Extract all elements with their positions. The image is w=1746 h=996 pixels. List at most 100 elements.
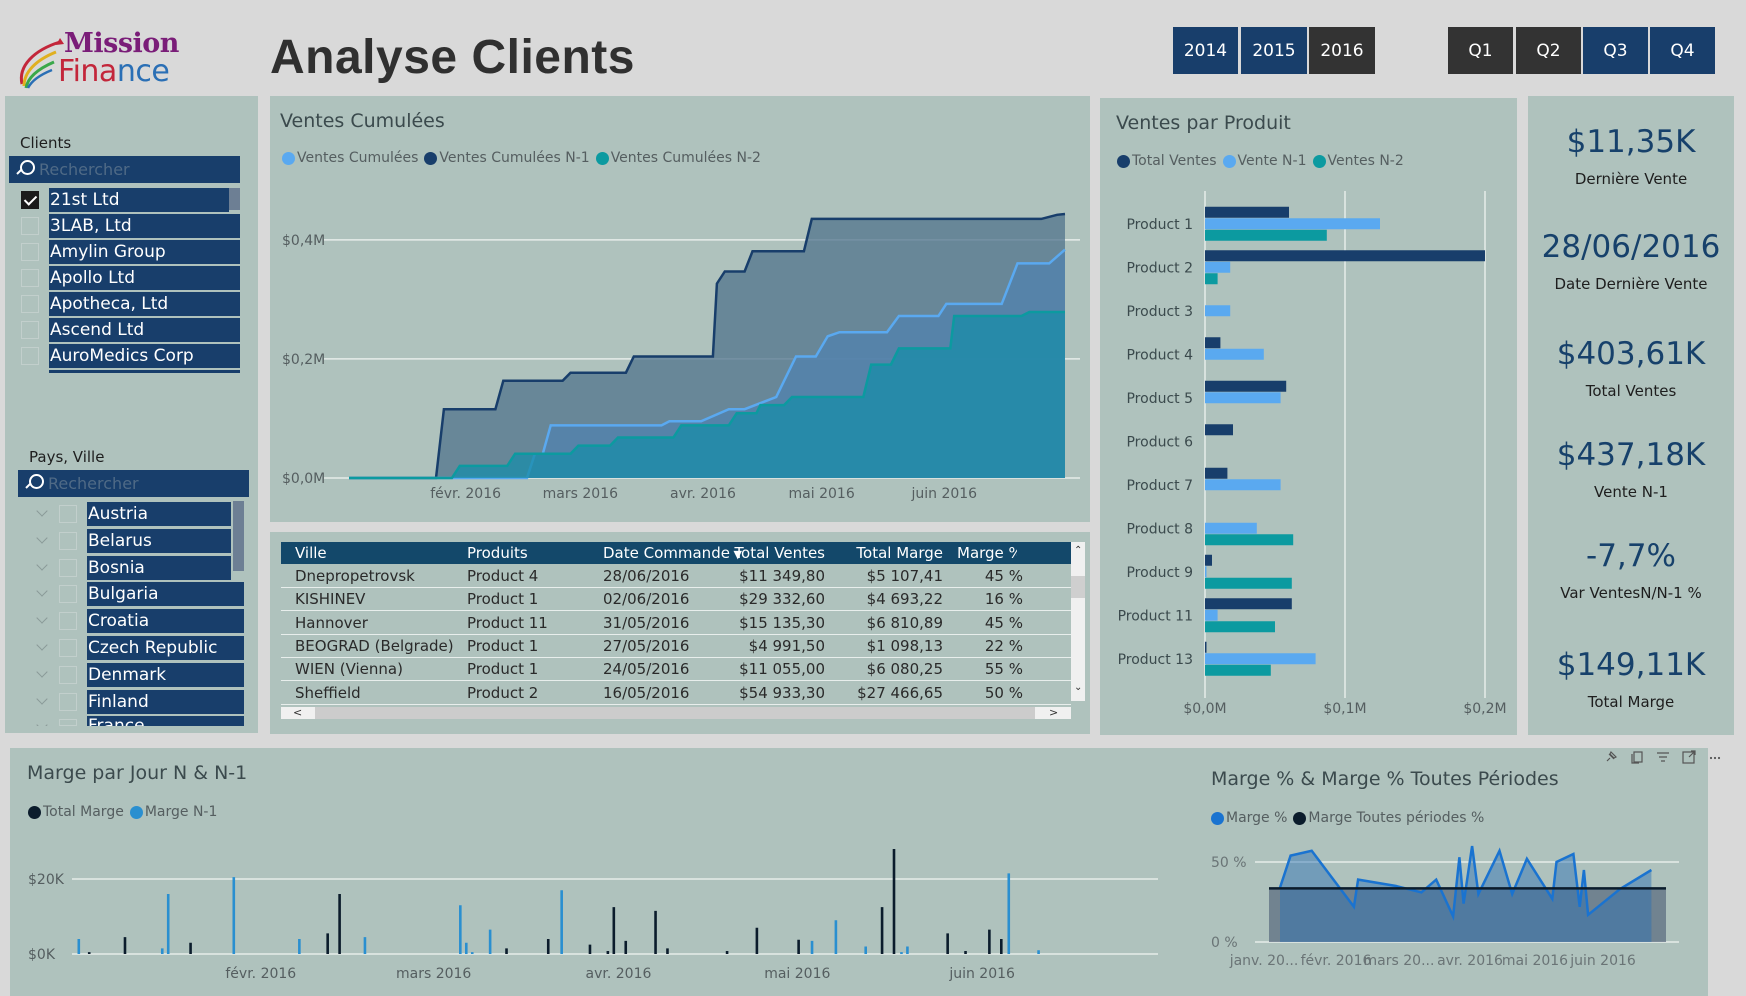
quarter-button-q4[interactable]: Q4 [1650,27,1715,74]
pays-checkbox[interactable] [59,558,77,577]
pays-item[interactable]: Austria [87,502,231,526]
table-row[interactable]: Dnepropetrovsk Product 4 28/06/2016 $11 349… [281,565,1071,588]
table-vscroll-thumb[interactable] [1071,576,1085,598]
expand-chevron-icon[interactable] [36,692,48,705]
kpi-label: Var VentesN/N-1 % [1560,584,1702,602]
expand-chevron-icon[interactable] [36,612,48,624]
y-tick-label: $0,4M [282,233,325,249]
scroll-up-icon[interactable]: ⌃ [1074,545,1082,556]
pays-item[interactable]: Denmark [87,662,244,687]
column-header[interactable]: Ville [295,542,465,564]
column-header[interactable]: Produits [467,542,597,564]
column-header[interactable]: Marge % [957,542,1017,564]
table-row[interactable]: WIEN (Vienna) Product 1 24/05/2016 $11 055,… [281,658,1071,682]
expand-chevron-icon[interactable] [36,558,48,571]
year-button-2015[interactable]: 2015 [1241,27,1307,74]
category-label: Product 3 [1126,304,1193,320]
pays-scrollbar[interactable] [233,501,244,571]
bar-ventes-n-2 [1205,577,1292,589]
bar-ventes-n-2 [1205,534,1294,546]
pays-checkbox[interactable] [59,531,77,550]
pays-item[interactable]: France [87,716,244,726]
pays-item[interactable]: Bosnia [87,555,231,580]
table-vertical-scrollbar[interactable]: ⌃ ⌄ [1071,542,1085,701]
quarter-button-q2[interactable]: Q2 [1516,27,1581,74]
category-label: Product 9 [1126,565,1193,581]
x-tick-label: $0,1M [1323,701,1366,717]
scroll-left-icon[interactable]: < [281,707,315,719]
x-tick-label: $0,2M [1463,701,1506,717]
marge-pct-chart[interactable]: 0 % 50 % janv. 20... févr. 2016mars 20... av… [1200,748,1708,996]
bar-total-marge [946,933,949,954]
year-button-2016[interactable]: 2016 [1309,27,1375,74]
pays-checkbox[interactable] [59,505,77,523]
pays-checkbox[interactable] [59,612,77,631]
y-tick-label: $0,0M [282,471,325,487]
category-label: Product 11 [1118,609,1193,625]
pays-item[interactable]: Bulgaria [87,582,244,607]
pays-checkbox[interactable] [59,585,77,604]
bar-total-marge [338,894,341,954]
column-header[interactable]: Total Ventes [721,542,825,564]
pays-item[interactable]: Croatia [87,609,244,634]
table-row[interactable]: BEOGRAD (Belgrade) Product 1 27/05/2016 $4 … [281,635,1071,658]
x-tick-label: janv. 20... [1229,953,1299,969]
more-options-icon[interactable] [1708,750,1722,764]
expand-chevron-icon[interactable] [36,719,48,726]
bar-total-marge [326,933,329,954]
bar-total-ventes [1205,380,1287,392]
y-tick-label: $0,2M [282,352,325,368]
expand-chevron-icon[interactable] [36,639,48,651]
expand-chevron-icon[interactable] [36,532,48,544]
ventes-cumulees-chart[interactable]: $0,0M $0,2M $0,4M févr. 2016 mars 2016 avr. 2… [270,96,1090,522]
expand-chevron-icon[interactable] [36,585,48,598]
category-label: Product 4 [1126,348,1193,364]
bar-ventes-n-2 [1205,664,1271,676]
marge-pct-visual: Marge % & Marge % Toutes Périodes Marge … [1200,748,1721,996]
quarter-button-q3[interactable]: Q3 [1583,27,1648,74]
ventes-par-produit-chart[interactable]: $0,0M $0,1M $0,2M Product 1 Product 2 Product… [1100,98,1517,735]
bar-marge-n-1 [459,905,462,954]
pays-checkbox[interactable] [59,639,77,657]
kpi-value: $403,61K [1556,336,1706,372]
bar-total-ventes [1205,598,1292,610]
marge-par-jour-chart[interactable]: $0K $20K févr. 2016 mars 2016 avr. 2016 mai 2… [10,748,1200,996]
bar-marge-n-1 [232,877,236,954]
year-button-2014[interactable]: 2014 [1173,27,1238,74]
bar-total-marge [87,952,91,954]
table-row[interactable]: Sheffield Product 2 16/05/2016 $54 933,30 $2… [281,682,1071,705]
bar-total-marge [606,951,610,954]
quarter-button-q1[interactable]: Q1 [1448,27,1513,74]
pays-checkbox[interactable] [59,719,77,726]
table-cell: $15 135,30 [739,613,825,632]
bar-total-marge [189,942,192,954]
y-tick-label: 50 % [1211,855,1247,871]
column-header[interactable]: Total Marge [831,542,943,564]
table-cell: $54 933,30 [739,683,825,702]
x-tick-label: juin 2016 [910,486,977,502]
table-horizontal-scrollbar[interactable]: < > [281,707,1071,719]
table-cell: BEOGRAD (Belgrade) [295,636,454,655]
pays-checkbox[interactable] [59,665,77,684]
scroll-down-icon[interactable]: ⌄ [1074,682,1082,693]
kpi-label: Total Ventes [1585,382,1677,400]
bar-total-marge [588,944,592,954]
table-cell: $11 055,00 [739,660,825,679]
table-row[interactable]: KISHINEV Product 1 02/06/2016 $29 332,60 $4 … [281,588,1071,612]
bar-vente-n-1 [1205,653,1316,665]
pays-item[interactable]: Finland [87,689,244,714]
pays-checkbox[interactable] [59,692,77,711]
pays-item[interactable]: Czech Republic [87,636,244,660]
marge-par-jour-visual: Marge par Jour N & N-1 Total Marge Marge… [10,748,1200,996]
pays-item[interactable]: Belarus [87,528,231,553]
scroll-right-icon[interactable]: > [1035,707,1071,719]
expand-chevron-icon[interactable] [36,666,48,678]
category-label: Product 6 [1126,435,1193,451]
table-cell: $6 810,89 [866,613,943,632]
x-tick-label: avr. 2016 [670,486,736,502]
category-label: Product 13 [1118,652,1193,668]
expand-chevron-icon[interactable] [36,505,48,517]
category-label: Product 2 [1126,261,1193,277]
bar-vente-n-1 [1205,566,1207,578]
table-row[interactable]: Hannover Product 11 31/05/2016 $15 135,30 $6… [281,612,1071,635]
